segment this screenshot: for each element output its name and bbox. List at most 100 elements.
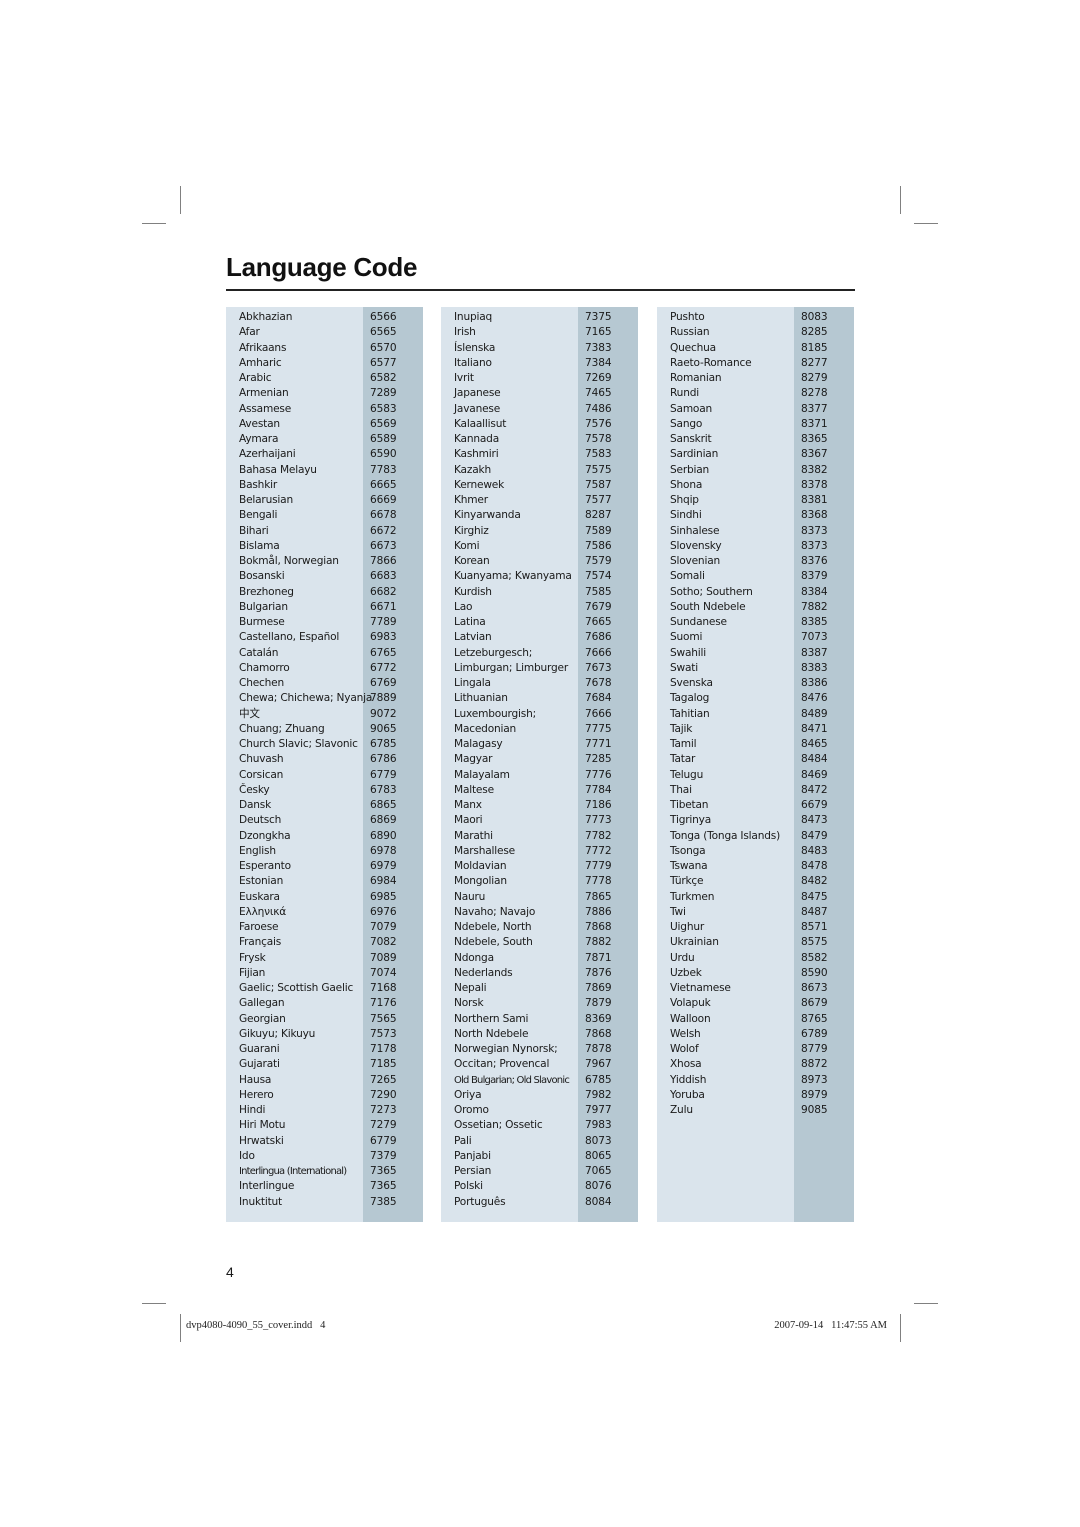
language-code: 8484 xyxy=(801,753,828,766)
language-code: 7586 xyxy=(585,539,612,552)
language-row: Tonga (Tonga Islands) 8479 xyxy=(657,829,854,844)
language-row: Twi 8487 xyxy=(657,905,854,920)
language-name: Français xyxy=(239,936,282,949)
language-name: Dansk xyxy=(239,799,272,811)
language-row: Oromo 7977 xyxy=(441,1103,638,1118)
language-code: 8483 xyxy=(801,844,828,857)
language-row: Ndonga 7871 xyxy=(441,951,638,966)
language-row: Norwegian Nynorsk; 7878 xyxy=(441,1042,638,1057)
language-row: Sinhalese 8373 xyxy=(657,524,854,539)
language-list: Pushto 8083 Russian 8285 Quechua 8185 Raeto-Ro… xyxy=(657,310,854,1118)
language-name: Dzongkha xyxy=(239,829,291,842)
language-row: Gaelic; Scottish Gaelic 7168 xyxy=(226,981,423,996)
language-row: Oriya 7982 xyxy=(441,1088,638,1103)
language-name: Romanian xyxy=(670,372,722,384)
language-name: Estonian xyxy=(239,875,284,888)
language-code: 8365 xyxy=(801,433,828,445)
language-code: 8368 xyxy=(801,509,828,522)
language-code: 8679 xyxy=(801,997,828,1010)
language-code: 8379 xyxy=(801,570,828,583)
language-name: Tahitian xyxy=(670,707,710,720)
language-row: Ελληνικά 6976 xyxy=(226,905,423,920)
language-code: 7869 xyxy=(585,982,612,994)
language-name: Swahili xyxy=(670,646,707,659)
language-name: Sundanese xyxy=(670,616,727,628)
language-row: Persian 7065 xyxy=(441,1164,638,1179)
language-row: Česky 6783 xyxy=(226,783,423,798)
language-name: Gaelic; Scottish Gaelic xyxy=(239,982,354,994)
language-row: 中文 9072 xyxy=(226,707,423,722)
language-code: 8083 xyxy=(801,311,828,323)
language-row: Chamorro 6772 xyxy=(226,661,423,676)
language-row: Vietnamese 8673 xyxy=(657,981,854,996)
language-name: Thai xyxy=(670,783,692,796)
language-name: Northern Sami xyxy=(454,1012,529,1025)
language-name: Sinhalese xyxy=(670,524,720,537)
language-name: Tamil xyxy=(670,738,697,750)
language-row: Chuvash 6786 xyxy=(226,752,423,767)
language-row: Samoan 8377 xyxy=(657,402,854,417)
language-row: Tigrinya 8473 xyxy=(657,813,854,828)
language-row: Quechua 8185 xyxy=(657,341,854,356)
language-name: Raeto-Romance xyxy=(670,356,752,369)
language-name: Sango xyxy=(670,417,703,430)
language-row: Inuktitut 7385 xyxy=(226,1195,423,1210)
language-name: Tagalog xyxy=(670,692,710,705)
language-row: Hrwatski 6779 xyxy=(226,1134,423,1149)
language-row: Kazakh 7575 xyxy=(441,463,638,478)
language-name: Yiddish xyxy=(670,1073,707,1086)
language-row: Afar 6565 xyxy=(226,325,423,340)
language-row: Abkhazian 6566 xyxy=(226,310,423,325)
language-code: 7771 xyxy=(585,738,612,750)
language-name: Herero xyxy=(239,1088,274,1101)
language-code: 7868 xyxy=(585,921,612,933)
language-row: Sanskrit 8365 xyxy=(657,432,854,447)
language-code: 6789 xyxy=(801,1027,828,1040)
language-row: Tibetan 6679 xyxy=(657,798,854,813)
language-code: 7073 xyxy=(801,631,828,644)
language-list: Inupiaq 7375 Irish 7165 Íslenska 7383 Italiano… xyxy=(441,310,638,1210)
language-code: 7574 xyxy=(585,570,612,583)
language-code: 7673 xyxy=(585,661,612,674)
language-name: Limburgan; Limburger xyxy=(454,661,569,674)
language-name: Oriya xyxy=(454,1088,482,1101)
language-row: Frysk 7089 xyxy=(226,951,423,966)
language-code: 7977 xyxy=(585,1104,612,1116)
language-row: Raeto-Romance 8277 xyxy=(657,356,854,371)
language-name: Hindi xyxy=(239,1104,266,1116)
language-code: 8473 xyxy=(801,814,828,827)
language-name: Persian xyxy=(454,1165,492,1177)
language-code: 6976 xyxy=(370,905,397,918)
language-row: Türkçe 8482 xyxy=(657,874,854,889)
language-code: 8779 xyxy=(801,1043,828,1055)
language-name: Chamorro xyxy=(239,661,290,674)
language-name: Tswana xyxy=(670,860,708,872)
language-name: Magyar xyxy=(454,753,493,766)
language-code: 8872 xyxy=(801,1058,828,1071)
language-row: Bislama 6673 xyxy=(226,539,423,554)
language-name: Navaho; Navajo xyxy=(454,905,536,918)
language-row: Tswana 8478 xyxy=(657,859,854,874)
language-row: Kernewek 7587 xyxy=(441,478,638,493)
language-code: 8478 xyxy=(801,860,828,872)
language-name: Rundi xyxy=(670,387,699,400)
language-row: Sardinian 8367 xyxy=(657,447,854,462)
language-code: 6679 xyxy=(801,799,828,811)
language-row: Bokmål, Norwegian 7866 xyxy=(226,554,423,569)
language-row: Moldavian 7779 xyxy=(441,859,638,874)
language-row: Marathi 7782 xyxy=(441,829,638,844)
language-name: Afar xyxy=(239,326,260,339)
language-code: 7886 xyxy=(585,905,612,918)
language-row: Ndebele, South 7882 xyxy=(441,935,638,950)
language-code: 6583 xyxy=(370,402,397,415)
language-code: 8377 xyxy=(801,402,828,415)
language-row: Ivrit 7269 xyxy=(441,371,638,386)
crop-mark xyxy=(180,1314,181,1342)
language-column-3: Pushto 8083 Russian 8285 Quechua 8185 Raeto-Ro… xyxy=(657,307,854,1222)
language-name: Gujarati xyxy=(239,1058,280,1071)
language-name: Swati xyxy=(670,661,698,674)
language-code: 7178 xyxy=(370,1043,397,1055)
language-code: 8384 xyxy=(801,585,828,598)
language-code: 8287 xyxy=(585,509,612,522)
language-code: 7290 xyxy=(370,1088,397,1101)
